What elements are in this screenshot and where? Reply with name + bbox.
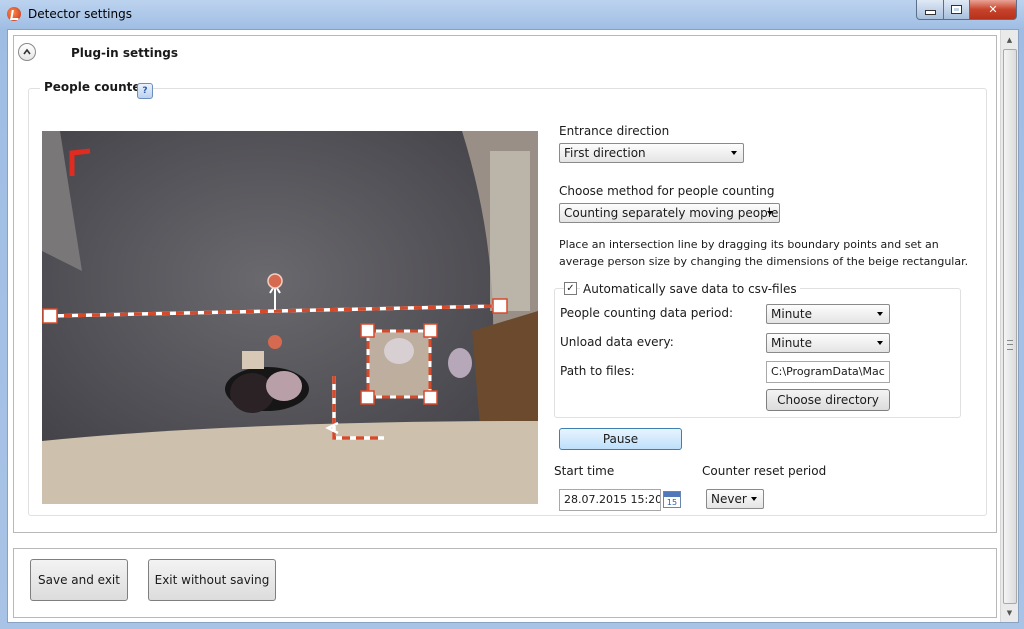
scroll-up-icon[interactable]: ▲ (1001, 31, 1018, 48)
data-period-label: People counting data period: (560, 306, 734, 320)
choose-directory-button[interactable]: Choose directory (766, 389, 890, 411)
chevron-down-icon (731, 151, 737, 155)
entrance-direction-select[interactable]: First direction (559, 143, 744, 163)
help-icon[interactable]: ? (137, 83, 153, 99)
chevron-up-icon (23, 48, 31, 55)
chevron-down-icon (767, 211, 773, 215)
close-icon: ✕ (988, 3, 998, 16)
size-handle-bottom-left[interactable] (360, 390, 375, 405)
pause-button[interactable]: Pause (559, 428, 682, 450)
size-handle-bottom-right[interactable] (423, 390, 438, 405)
camera-view[interactable] (42, 131, 538, 504)
camera-frame (42, 131, 538, 504)
people-counter-title: People counter (40, 80, 151, 94)
chevron-down-icon (877, 312, 883, 316)
unload-value: Minute (771, 336, 812, 350)
exit-without-saving-button[interactable]: Exit without saving (148, 559, 276, 601)
maximize-button[interactable] (944, 0, 970, 20)
scroll-down-icon[interactable]: ▼ (1001, 604, 1018, 621)
window-controls: ✕ (916, 0, 1017, 20)
detector-settings-window: Detector settings ✕ Plug-in settings Peo… (0, 0, 1024, 629)
line-handle-right[interactable] (492, 298, 508, 314)
autosave-checkbox[interactable]: ✓ (564, 282, 577, 295)
entrance-direction-value: First direction (564, 146, 646, 160)
start-time-label: Start time (554, 464, 615, 478)
counting-method-label: Choose method for people counting (559, 184, 775, 198)
direction-handle-bottom[interactable] (268, 335, 282, 349)
calendar-icon[interactable]: 15 (663, 491, 681, 508)
maximize-icon (951, 5, 962, 14)
app-icon (7, 7, 21, 21)
autosave-label: Automatically save data to csv-files (580, 282, 800, 296)
vertical-scrollbar[interactable]: ▲ ▼ (1000, 30, 1018, 622)
save-and-exit-button[interactable]: Save and exit (30, 559, 128, 601)
data-period-select[interactable]: Minute (766, 304, 890, 324)
minimize-button[interactable] (916, 0, 944, 20)
counting-method-select[interactable]: Counting separately moving people (559, 203, 780, 223)
checkmark-icon: ✓ (566, 282, 575, 294)
grip-icon (1007, 340, 1013, 350)
minimize-icon (924, 10, 936, 15)
line-handle-left[interactable] (42, 308, 58, 324)
unload-label: Unload data every: (560, 335, 674, 349)
reset-period-value: Never (711, 492, 747, 506)
instructions-line-2: average person size by changing the dime… (559, 255, 969, 268)
footer-panel: Save and exit Exit without saving (13, 548, 997, 618)
path-label: Path to files: (560, 364, 635, 378)
plugin-settings-panel: Plug-in settings People counter ? Entran… (13, 35, 997, 533)
reset-period-select[interactable]: Never (706, 489, 764, 509)
counting-method-value: Counting separately moving people (564, 206, 779, 220)
person-right (448, 348, 472, 378)
chevron-down-icon (751, 497, 757, 501)
window-title: Detector settings (28, 7, 132, 21)
path-input[interactable]: C:\ProgramData\Mac (766, 361, 890, 383)
chevron-down-icon (877, 341, 883, 345)
scroll-thumb[interactable] (1003, 49, 1017, 604)
size-handle-top-left[interactable] (360, 323, 375, 338)
title-bar: Detector settings ✕ (0, 0, 1024, 28)
start-time-input[interactable]: 28.07.2015 15:20 (559, 489, 661, 511)
client-area: Plug-in settings People counter ? Entran… (7, 29, 1019, 623)
entrance-direction-label: Entrance direction (559, 124, 670, 138)
unload-select[interactable]: Minute (766, 333, 890, 353)
close-button[interactable]: ✕ (970, 0, 1017, 20)
collapse-button[interactable] (18, 43, 36, 61)
size-handle-top-right[interactable] (423, 323, 438, 338)
reset-period-label: Counter reset period (702, 464, 827, 478)
data-period-value: Minute (771, 307, 812, 321)
instructions-line-1: Place an intersection line by dragging i… (559, 238, 939, 251)
direction-handle-top[interactable] (267, 273, 283, 289)
plugin-settings-title: Plug-in settings (71, 46, 178, 60)
